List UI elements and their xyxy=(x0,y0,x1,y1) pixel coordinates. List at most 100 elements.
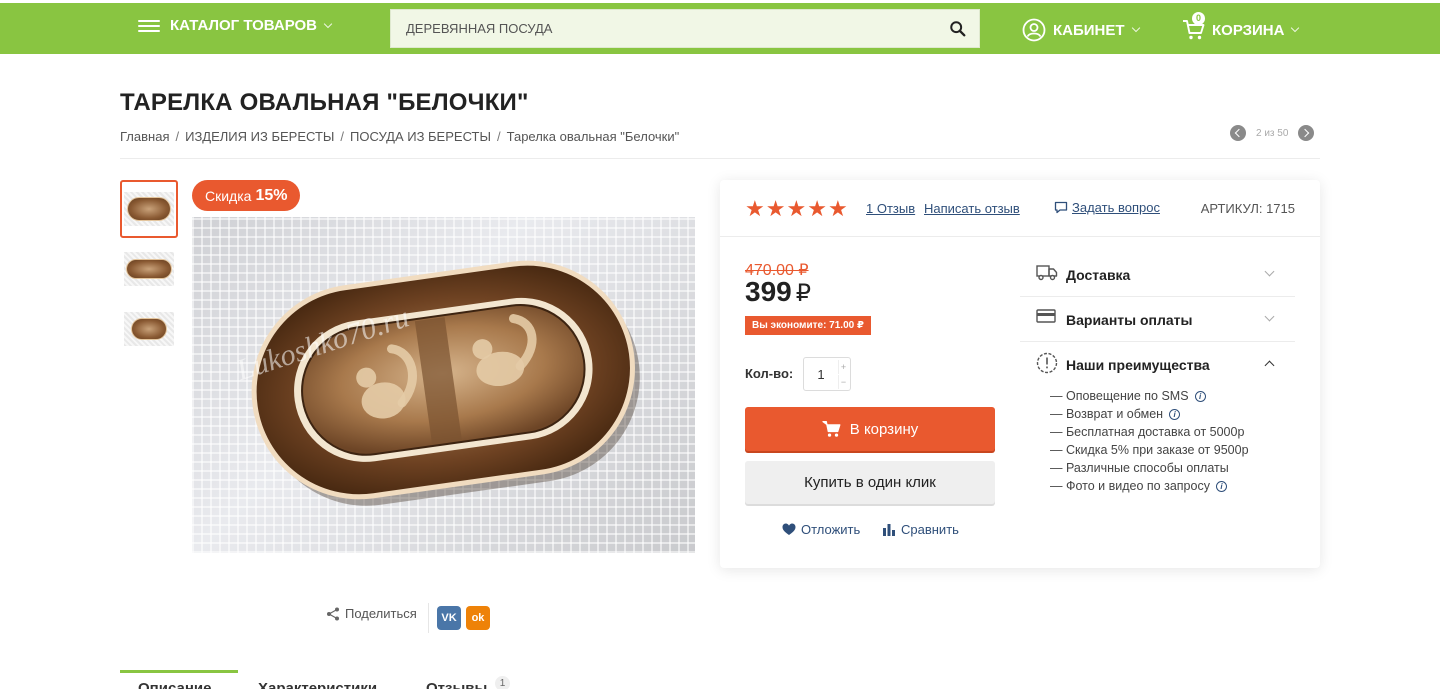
next-product-button[interactable] xyxy=(1298,125,1315,141)
bar-chart-icon xyxy=(883,524,895,536)
divider xyxy=(428,603,429,633)
price: 399 ₽ xyxy=(745,276,811,308)
accordion-delivery-title: Доставка xyxy=(1066,267,1131,283)
divider xyxy=(720,236,1320,237)
discount-value: 15% xyxy=(255,186,288,204)
chevron-up-icon xyxy=(1264,360,1275,371)
tab-characteristics[interactable]: Характеристики xyxy=(258,680,377,689)
chevron-down-icon xyxy=(1264,266,1275,277)
accordion-delivery[interactable]: Доставка xyxy=(1020,251,1295,296)
alert-icon xyxy=(1036,352,1058,374)
thumbnail-image xyxy=(124,192,174,226)
thumbnail-image xyxy=(124,312,174,346)
breadcrumb-separator: / xyxy=(175,129,180,144)
price-value: 399 xyxy=(745,276,792,307)
menu-icon xyxy=(138,18,160,34)
share-label: Поделиться xyxy=(345,606,417,621)
cabinet-button[interactable]: КАБИНЕТ xyxy=(1022,18,1140,42)
accordion-advantages-title: Наши преимущества xyxy=(1066,357,1210,373)
quantity-increase-button[interactable]: + xyxy=(838,360,848,374)
info-icon[interactable]: i xyxy=(1169,408,1181,420)
product-main-image[interactable]: Lukoshko70.ru xyxy=(192,217,695,553)
price-currency: ₽ xyxy=(795,280,811,307)
top-bar: КАТАЛОГ ТОВАРОВ КАБИНЕТ 0 КОРЗИНА xyxy=(0,0,1440,54)
truck-icon xyxy=(1036,265,1058,281)
prev-product-button[interactable] xyxy=(1230,125,1246,141)
quantity-stepper: + − xyxy=(803,357,851,391)
pager-position: 2 из 50 xyxy=(1256,127,1289,139)
credit-card-icon xyxy=(1036,309,1056,323)
catalog-menu-button[interactable]: КАТАЛОГ ТОВАРОВ xyxy=(138,17,333,34)
star-icon: ★ xyxy=(827,196,848,221)
cart-label: КОРЗИНА xyxy=(1212,21,1285,39)
reviews-link[interactable]: 1 Отзыв xyxy=(866,201,915,216)
divider xyxy=(120,158,1320,159)
page-title: ТАРЕЛКА ОВАЛЬНАЯ "БЕЛОЧКИ" xyxy=(120,89,529,116)
product-photo: Lukoshko70.ru xyxy=(231,260,640,506)
compare-button[interactable]: Сравнить xyxy=(882,522,959,537)
add-to-cart-label: В корзину xyxy=(849,420,919,438)
breadcrumb-separator: / xyxy=(496,129,501,144)
list-item: — Скидка 5% при заказе от 9500р xyxy=(1050,443,1249,457)
search-input[interactable] xyxy=(406,21,926,36)
postpone-label: Отложить xyxy=(801,522,861,537)
list-item: — Фото и видео по запросу i xyxy=(1050,477,1249,495)
breadcrumb-current: Тарелка овальная "Белочки" xyxy=(506,129,680,144)
share-button[interactable]: Поделиться xyxy=(326,606,417,621)
reviews-count-badge: 1 xyxy=(495,676,510,689)
quantity-decrease-button[interactable]: − xyxy=(838,375,848,389)
chevron-down-icon xyxy=(323,19,333,28)
cabinet-label: КАБИНЕТ xyxy=(1053,21,1125,39)
discount-badge: Скидка 15% xyxy=(192,180,301,211)
rating-stars: ★ ★ ★ ★ ★ xyxy=(745,198,849,220)
accordion-payment-title: Варианты оплаты xyxy=(1066,312,1193,328)
breadcrumb: Главная / ИЗДЕЛИЯ ИЗ БЕРЕСТЫ / ПОСУДА ИЗ… xyxy=(120,129,679,144)
sku-label: АРТИКУЛ: 1715 xyxy=(1200,201,1295,216)
breadcrumb-home[interactable]: Главная xyxy=(120,129,169,144)
discount-label: Скидка xyxy=(205,187,252,204)
heart-icon xyxy=(782,523,796,535)
gallery-thumbnail[interactable] xyxy=(120,300,178,358)
star-icon: ★ xyxy=(745,196,765,221)
one-click-buy-button[interactable]: Купить в один клик xyxy=(745,461,995,504)
postpone-button[interactable]: Отложить xyxy=(782,522,860,537)
cart-icon xyxy=(822,420,841,437)
accordion-advantages[interactable]: Наши преимущества xyxy=(1020,341,1295,386)
chevron-down-icon xyxy=(1291,23,1300,33)
catalog-label: КАТАЛОГ ТОВАРОВ xyxy=(170,17,318,34)
cart-count-badge: 0 xyxy=(1192,12,1205,25)
ok-share-icon[interactable]: ok xyxy=(466,606,490,630)
gallery-thumbnail[interactable] xyxy=(120,240,178,298)
compare-label: Сравнить xyxy=(901,522,959,537)
write-review-link[interactable]: Написать отзыв xyxy=(924,201,1020,216)
advantages-list: — Оповещение по SMS i — Возврат и обмен i … xyxy=(1050,387,1249,495)
ask-question-link[interactable]: Задать вопрос xyxy=(1054,200,1160,215)
search-bar xyxy=(390,9,980,48)
add-to-cart-button[interactable]: В корзину xyxy=(745,407,995,451)
product-pager: 2 из 50 xyxy=(1230,125,1315,141)
quantity-input[interactable] xyxy=(804,358,838,390)
breadcrumb-birch-dishes[interactable]: ПОСУДА ИЗ БЕРЕСТЫ xyxy=(350,129,491,144)
active-tab-indicator xyxy=(120,670,238,673)
tab-description[interactable]: Описание xyxy=(138,680,211,689)
vk-share-icon[interactable]: VK xyxy=(437,606,461,630)
list-item: — Оповещение по SMS i xyxy=(1050,387,1249,405)
share-icon xyxy=(327,607,339,620)
star-icon: ★ xyxy=(765,196,786,221)
cart-button[interactable]: 0 КОРЗИНА xyxy=(1182,12,1300,42)
info-icon[interactable]: i xyxy=(1194,390,1206,402)
gallery-thumbnail[interactable] xyxy=(120,180,178,238)
breadcrumb-birch-products[interactable]: ИЗДЕЛИЯ ИЗ БЕРЕСТЫ xyxy=(185,129,334,144)
cart-icon: 0 xyxy=(1182,12,1206,42)
chat-icon xyxy=(1054,201,1068,214)
tab-reviews[interactable]: Отзывы xyxy=(426,680,487,689)
list-item: — Различные способы оплаты xyxy=(1050,461,1229,475)
chevron-down-icon xyxy=(1131,23,1140,33)
quantity-label: Кол-во: xyxy=(745,366,794,381)
accordion-payment[interactable]: Варианты оплаты xyxy=(1020,296,1295,341)
info-icon[interactable]: i xyxy=(1215,480,1227,492)
thumbnail-image xyxy=(124,252,174,286)
star-icon: ★ xyxy=(786,196,807,221)
list-item: — Бесплатная доставка от 5000р xyxy=(1050,425,1245,439)
search-icon[interactable] xyxy=(949,20,967,38)
